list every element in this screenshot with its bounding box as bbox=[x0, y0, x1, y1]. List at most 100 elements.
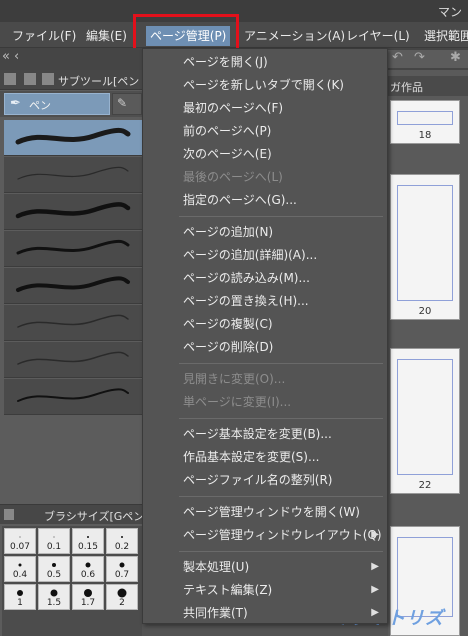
brush-size-option[interactable]: 1.5 bbox=[38, 584, 70, 610]
dropdown-menu-item[interactable]: ページの読み込み(M)... bbox=[143, 267, 387, 289]
dropdown-menu-item[interactable]: 次のページへ(E) bbox=[143, 143, 387, 165]
brush-size-option[interactable]: 0.5 bbox=[38, 556, 70, 582]
settings-icon[interactable]: ✱ bbox=[450, 50, 461, 65]
dropdown-menu-item: 最後のページへ(L) bbox=[143, 166, 387, 188]
dropdown-menu-item[interactable]: ページファイル名の整列(R) bbox=[143, 469, 387, 491]
brush-size-option[interactable]: 0.2 bbox=[106, 528, 138, 554]
menu-item[interactable]: レイヤー(L) bbox=[346, 26, 410, 46]
menu-item-label: 製本処理(U) bbox=[183, 560, 250, 574]
size-dot-icon bbox=[121, 536, 123, 538]
dropdown-menu-item[interactable]: ページ管理ウィンドウレイアウト(Q) ▶ bbox=[143, 524, 387, 546]
lock-icon[interactable] bbox=[24, 73, 36, 85]
page-management-dropdown: ページを開く(J) ページを新しいタブで開く(K) 最初のページへ(F) 前のページへ… bbox=[142, 48, 388, 624]
window-title: マン bbox=[437, 5, 462, 19]
submenu-arrow-icon: ▶ bbox=[371, 584, 379, 595]
brush-size-label: 1.5 bbox=[46, 598, 62, 608]
menu-item[interactable]: ファイル(F) bbox=[12, 26, 76, 46]
size-dot-icon bbox=[84, 589, 92, 597]
dropdown-menu-item[interactable]: 最初のページへ(F) bbox=[143, 97, 387, 119]
brush-size-option[interactable]: 0.7 bbox=[106, 556, 138, 582]
dropdown-menu-item[interactable]: 前のページへ(P) bbox=[143, 120, 387, 142]
brush-preset[interactable] bbox=[4, 120, 142, 156]
menu-item[interactable]: 編集(E) bbox=[86, 26, 127, 46]
brush-size-option[interactable]: 0.07 bbox=[4, 528, 36, 554]
panel-menu-icon[interactable] bbox=[4, 73, 16, 85]
page-thumbnail[interactable]: 22 bbox=[390, 348, 460, 494]
menu-separator bbox=[179, 551, 383, 552]
dropdown-menu-item[interactable]: ページの置き換え(H)... bbox=[143, 290, 387, 312]
dropdown-menu-item[interactable]: テキスト編集(Z) ▶ bbox=[143, 579, 387, 601]
brush-preset[interactable] bbox=[4, 157, 142, 193]
brush-size-option[interactable]: 0.15 bbox=[72, 528, 104, 554]
menu-item-label: ページの読み込み(M)... bbox=[183, 271, 310, 285]
brush-preset[interactable] bbox=[4, 194, 142, 230]
panel-menu-icon[interactable] bbox=[4, 509, 14, 520]
brush-stroke-preview bbox=[17, 351, 129, 365]
brush-size-label: 0.2 bbox=[114, 542, 130, 552]
dropdown-menu-item[interactable]: ページの追加(詳細)(A)... bbox=[143, 244, 387, 266]
brush-size-label: 0.5 bbox=[46, 570, 62, 580]
dropdown-menu-item[interactable]: 指定のページへ(G)... bbox=[143, 189, 387, 211]
collapse-left-icon[interactable]: « bbox=[2, 49, 10, 64]
menu-item-label: ページの複製(C) bbox=[183, 317, 273, 331]
page-manager-tab[interactable]: ガ作品 bbox=[388, 76, 468, 96]
size-dot-icon bbox=[19, 536, 21, 538]
dropdown-menu-item[interactable]: ページ基本設定を変更(B)... bbox=[143, 423, 387, 445]
brush-size-label: 0.6 bbox=[80, 570, 96, 580]
brush-size-option[interactable]: 0.1 bbox=[38, 528, 70, 554]
brush-size-option[interactable]: 0.4 bbox=[4, 556, 36, 582]
menu-item-label: ページを新しいタブで開く(K) bbox=[183, 78, 344, 92]
pen-icon: ✒ bbox=[10, 96, 21, 111]
brush-size-label: 1.7 bbox=[80, 598, 96, 608]
dropdown-menu-item[interactable]: ページの削除(D) bbox=[143, 336, 387, 358]
brush-size-option[interactable]: 2 bbox=[106, 584, 138, 610]
menu-item-label: ページの置き換え(H)... bbox=[183, 294, 309, 308]
menu-item[interactable]: 選択範囲 bbox=[424, 26, 468, 46]
page-number: 22 bbox=[418, 480, 432, 491]
menu-item-label: 次のページへ(E) bbox=[183, 147, 272, 161]
marker-icon: ✎ bbox=[117, 96, 128, 110]
size-dot-icon bbox=[85, 562, 91, 568]
page-thumbnail[interactable]: 18 bbox=[390, 100, 460, 144]
page-thumbnail[interactable]: 20 bbox=[390, 174, 460, 320]
brush-size-option[interactable]: 1 bbox=[4, 584, 36, 610]
dropdown-menu-item[interactable]: 製本処理(U) ▶ bbox=[143, 556, 387, 578]
menu-separator bbox=[179, 418, 383, 419]
brush-size-option[interactable]: 0.6 bbox=[72, 556, 104, 582]
dropdown-menu-item[interactable]: ページの複製(C) bbox=[143, 313, 387, 335]
subtool-icon bbox=[42, 73, 54, 85]
brush-size-label: 0.7 bbox=[114, 570, 130, 580]
brush-preset[interactable] bbox=[4, 379, 142, 415]
dropdown-menu-item[interactable]: ページ管理ウィンドウを開く(W) bbox=[143, 501, 387, 523]
size-dot-icon bbox=[117, 588, 127, 598]
left-panel: サブツール[ペン ✒ ペン ✎ ブラシサイズ[Gペン] 0.07 0.1 0.15 0… bbox=[0, 70, 149, 636]
tab-pen[interactable]: ✒ ペン bbox=[4, 93, 110, 115]
dropdown-menu-item[interactable]: ページの追加(N) bbox=[143, 221, 387, 243]
tab-marker[interactable]: ✎ bbox=[112, 93, 142, 115]
menu-item-label: 指定のページへ(G)... bbox=[183, 193, 297, 207]
collapse-right-icon[interactable]: ‹ bbox=[14, 49, 19, 64]
brush-size-option[interactable]: 1.7 bbox=[72, 584, 104, 610]
brush-preset[interactable] bbox=[4, 231, 142, 267]
brush-preset[interactable] bbox=[4, 268, 142, 304]
size-dot-icon bbox=[17, 590, 23, 596]
redo-icon[interactable]: ↷ bbox=[414, 50, 425, 65]
dropdown-menu-item[interactable]: 作品基本設定を変更(S)... bbox=[143, 446, 387, 468]
tab-pen-label: ペン bbox=[29, 99, 51, 112]
brush-preset[interactable] bbox=[4, 305, 142, 341]
size-dot-icon bbox=[53, 536, 55, 538]
dropdown-menu-item[interactable]: 共同作業(T) ▶ bbox=[143, 602, 387, 624]
menu-item-label: 最初のページへ(F) bbox=[183, 101, 284, 115]
brush-size-label: 0.1 bbox=[46, 542, 62, 552]
menu-separator bbox=[179, 363, 383, 364]
brush-size-label: 0.15 bbox=[77, 542, 99, 552]
dropdown-menu-item[interactable]: ページを新しいタブで開く(K) bbox=[143, 74, 387, 96]
brush-size-label: 0.07 bbox=[9, 542, 31, 552]
menu-item-label: テキスト編集(Z) bbox=[183, 583, 273, 597]
brush-size-label: 0.4 bbox=[12, 570, 28, 580]
undo-icon[interactable]: ↶ bbox=[392, 50, 403, 65]
dropdown-menu-item[interactable]: ページを開く(J) bbox=[143, 51, 387, 73]
menu-item[interactable]: アニメーション(A) bbox=[244, 26, 345, 46]
brush-preset[interactable] bbox=[4, 342, 142, 378]
page-frame bbox=[397, 359, 453, 475]
